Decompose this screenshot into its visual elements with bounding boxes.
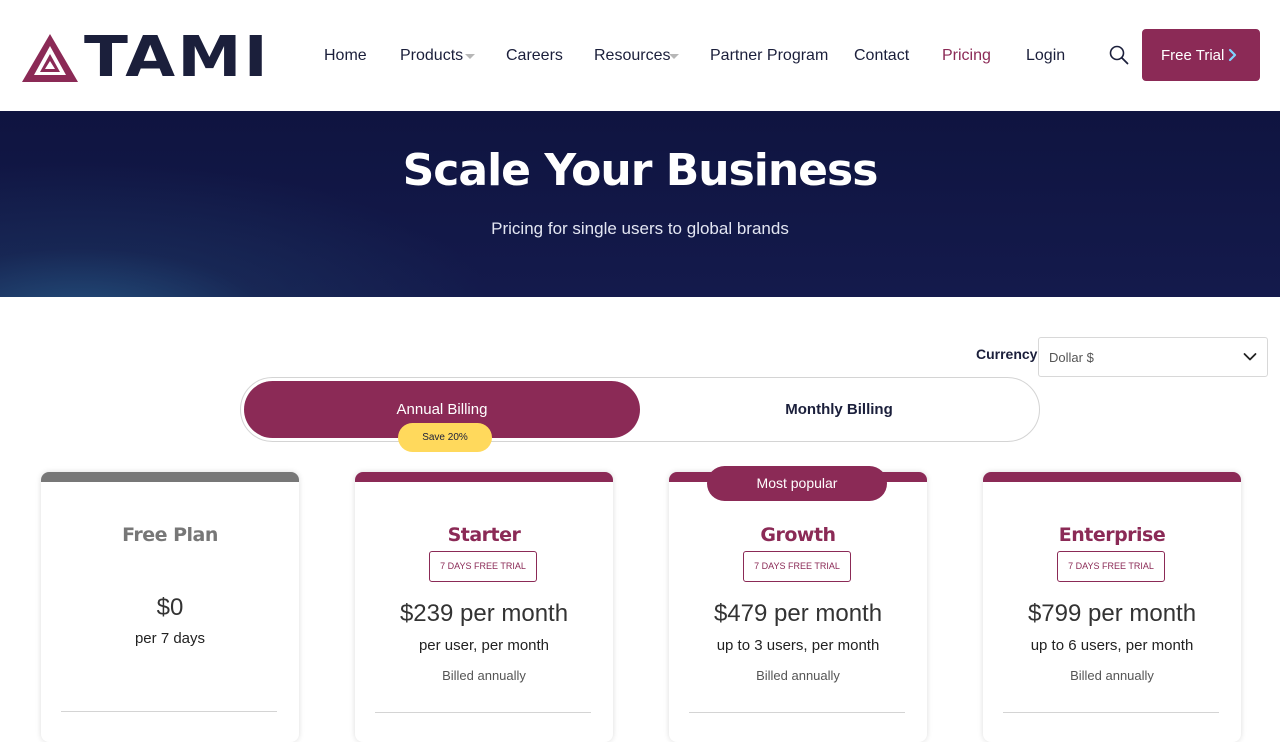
nav-pricing[interactable]: Pricing [942,44,991,68]
products-dropdown-icon[interactable] [465,54,475,59]
plan-price: $479 per month [713,600,883,627]
free-trial-badge: 7 DAYS FREE TRIAL [429,551,537,582]
resources-dropdown-icon[interactable] [669,54,679,59]
plan-name: Free Plan [122,524,218,546]
plan-note: up to 6 users, per month [1030,637,1194,654]
nav-resources[interactable]: Resources [594,44,670,68]
plan-name: Starter [447,524,521,546]
plan-note: up to 3 users, per month [716,637,880,654]
card-divider [375,712,591,713]
nav-careers[interactable]: Careers [506,44,563,68]
hero-subtitle: Pricing for single users to global brand… [491,219,789,238]
currency-select[interactable]: Dollar $ [1038,337,1268,377]
currency-selected-value: Dollar $ [1049,350,1094,365]
search-icon[interactable] [1108,44,1130,66]
plan-card-starter: Starter 7 DAYS FREE TRIAL $239 per month… [355,472,613,742]
plan-card-enterprise: Enterprise 7 DAYS FREE TRIAL $799 per mo… [983,472,1241,742]
plan-note: per 7 days [134,630,206,647]
hero-title: Scale Your Business [402,145,879,196]
nav-products[interactable]: Products [400,44,463,68]
monthly-billing-option[interactable]: Monthly Billing [641,381,1037,438]
free-trial-badge: 7 DAYS FREE TRIAL [743,551,851,582]
plan-price: $799 per month [1027,600,1197,627]
nav-login[interactable]: Login [1026,44,1065,68]
card-divider [689,712,905,713]
most-popular-badge: Most popular [707,466,887,501]
plan-billing-note: Billed annually [756,668,840,683]
free-trial-badge: 7 DAYS FREE TRIAL [1057,551,1165,582]
plan-price: $0 [156,594,184,621]
site-header: TAMI Home Products Careers Resources Par… [0,0,1280,111]
nav-home[interactable]: Home [324,44,367,68]
plan-price: $239 per month [399,600,569,627]
card-divider [61,711,277,712]
hero-banner: Scale Your Business Pricing for single u… [0,111,1280,297]
free-trial-label: Free Trial [1161,46,1225,64]
card-divider [1003,712,1219,713]
plan-note: per user, per month [418,637,550,654]
logo-text: TAMI [84,25,271,90]
plan-name: Enterprise [1058,524,1166,546]
card-accent-bar [983,472,1241,482]
nav-contact[interactable]: Contact [854,44,909,68]
chevron-right-icon [1228,48,1237,62]
logo[interactable]: TAMI [20,30,268,86]
billing-toggle: Annual Billing Monthly Billing Save 20% [240,377,1040,452]
chevron-down-icon [1243,353,1257,361]
save-badge: Save 20% [398,423,492,452]
free-trial-button[interactable]: Free Trial [1142,29,1260,81]
card-accent-bar [355,472,613,482]
plan-name: Growth [760,524,836,546]
plan-billing-note: Billed annually [442,668,526,683]
plan-card-growth: Growth 7 DAYS FREE TRIAL $479 per month … [669,472,927,742]
nav-partner-program[interactable]: Partner Program [710,44,828,68]
plan-billing-note: Billed annually [1070,668,1154,683]
plan-card-free: Free Plan $0 per 7 days [41,472,299,742]
card-accent-bar [41,472,299,482]
logo-mark-icon [22,34,78,82]
currency-label: Currency: [976,346,1043,362]
